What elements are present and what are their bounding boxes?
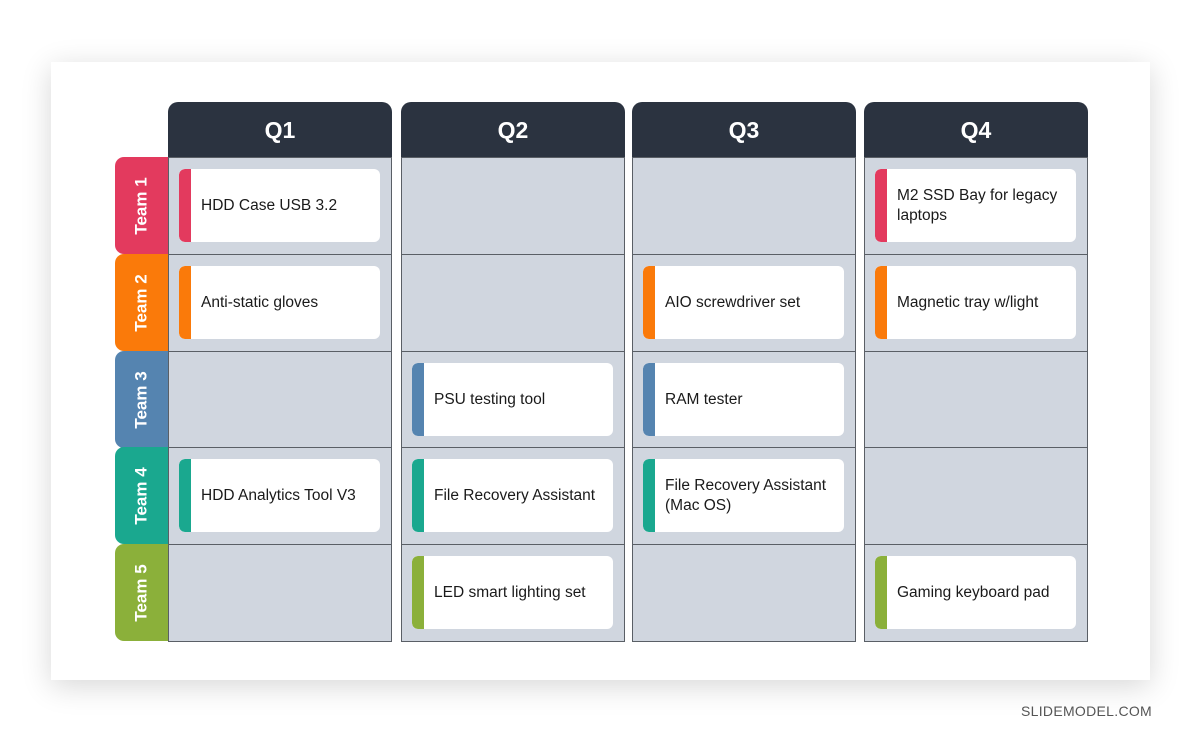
team-color-bar [179,266,191,339]
team-color-bar [643,459,655,532]
task-card[interactable]: File Recovery Assistant (Mac OS) [643,459,844,532]
task-card[interactable]: RAM tester [643,363,844,436]
grid-cell [401,157,625,255]
team-color-bar [412,556,424,629]
row-label-team-2: Team 2 [115,254,169,351]
task-card-text: Gaming keyboard pad [897,583,1050,601]
row-label-text: Team 2 [132,273,152,332]
task-card[interactable]: Gaming keyboard pad [875,556,1076,629]
team-color-bar [179,459,191,532]
task-card[interactable]: HDD Case USB 3.2 [179,169,380,242]
team-color-bar [643,363,655,436]
team-color-bar [875,169,887,242]
row-label-text: Team 3 [132,370,152,429]
task-card[interactable]: Magnetic tray w/light [875,266,1076,339]
grid-cell [632,544,856,642]
grid-cell [632,157,856,255]
brand-watermark: SLIDEMODEL.COM [1021,703,1152,719]
task-card[interactable]: File Recovery Assistant [412,459,613,532]
row-label-team-3: Team 3 [115,351,169,448]
task-card[interactable]: M2 SSD Bay for legacy laptops [875,169,1076,242]
task-card-text: File Recovery Assistant (Mac OS) [665,476,827,514]
team-color-bar [412,363,424,436]
team-color-bar [412,459,424,532]
task-card[interactable]: AIO screwdriver set [643,266,844,339]
task-card-text: RAM tester [665,390,743,408]
team-color-bar [875,266,887,339]
task-card-text: HDD Case USB 3.2 [201,196,338,214]
team-color-bar [875,556,887,629]
task-card-text: File Recovery Assistant [434,486,596,504]
row-label-text: Team 4 [132,466,152,525]
row-label-text: Team 1 [132,176,152,235]
team-color-bar [179,169,191,242]
task-card-text: Anti-static gloves [201,293,319,311]
grid-cell [168,544,392,642]
task-card-text: M2 SSD Bay for legacy laptops [897,186,1058,224]
task-card[interactable]: Anti-static gloves [179,266,380,339]
task-card-text: LED smart lighting set [434,583,586,601]
team-color-bar [643,266,655,339]
grid-cell [401,254,625,352]
task-card-text: Magnetic tray w/light [897,293,1039,311]
column-header-q2: Q2 [401,102,625,158]
task-card[interactable]: LED smart lighting set [412,556,613,629]
task-card-text: PSU testing tool [434,390,546,408]
row-label-team-5: Team 5 [115,544,169,641]
row-label-team-1: Team 1 [115,157,169,254]
column-header-q1: Q1 [168,102,392,158]
task-card-text: AIO screwdriver set [665,293,801,311]
task-card[interactable]: PSU testing tool [412,363,613,436]
task-card[interactable]: HDD Analytics Tool V3 [179,459,380,532]
grid-cell [168,351,392,449]
task-card-text: HDD Analytics Tool V3 [201,486,356,504]
row-label-text: Team 5 [132,563,152,622]
grid-cell [864,351,1088,449]
row-label-team-4: Team 4 [115,447,169,544]
column-header-q3: Q3 [632,102,856,158]
grid-cell [864,447,1088,545]
column-header-q4: Q4 [864,102,1088,158]
